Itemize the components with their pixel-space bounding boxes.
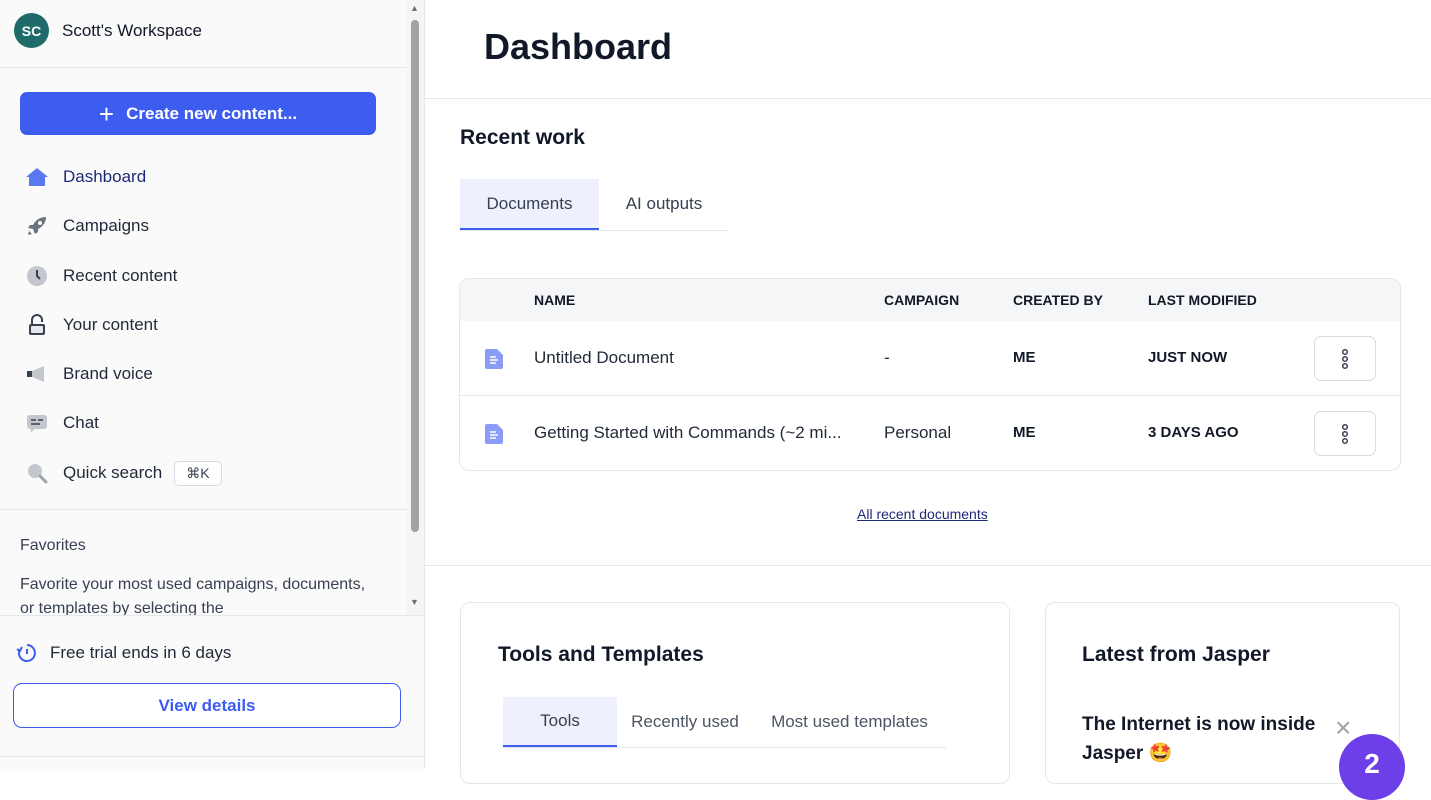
sidebar-item-label: Chat bbox=[63, 413, 99, 432]
scroll-up-arrow-icon[interactable]: ▲ bbox=[410, 3, 419, 13]
sidebar-item-dashboard[interactable]: Dashboard bbox=[24, 162, 146, 192]
workspace-avatar: SC bbox=[14, 13, 49, 48]
sidebar-item-recent-content[interactable]: Recent content bbox=[24, 261, 177, 291]
news-headline-text: The Internet is now inside Jasper bbox=[1082, 714, 1316, 764]
rocket-icon bbox=[24, 213, 50, 239]
workspace-name: Scott's Workspace bbox=[62, 20, 202, 40]
recent-documents-table: NAME CAMPAIGN CREATED BY LAST MODIFIED U… bbox=[459, 278, 1401, 471]
sidebar-item-label: Recent content bbox=[63, 266, 178, 285]
favorites-title: Favorites bbox=[20, 537, 86, 554]
page-title: Dashboard bbox=[484, 26, 673, 67]
tools-and-templates-card: Tools and Templates Tools Recently used … bbox=[460, 602, 1010, 784]
sidebar-divider bbox=[0, 67, 408, 68]
workspace-switcher[interactable]: SC Scott's Workspace bbox=[14, 13, 202, 48]
clock-icon bbox=[24, 263, 50, 289]
column-header-last-modified: LAST MODIFIED bbox=[1148, 292, 1257, 308]
more-vertical-icon bbox=[1341, 348, 1349, 369]
more-vertical-icon bbox=[1341, 423, 1349, 444]
sidebar: SC Scott's Workspace + Create new conten… bbox=[0, 0, 425, 769]
latest-title: Latest from Jasper bbox=[1082, 643, 1270, 666]
tab-ai-outputs[interactable]: AI outputs bbox=[599, 179, 729, 229]
document-last-modified: 3 DAYS AGO bbox=[1148, 424, 1239, 441]
document-icon bbox=[484, 348, 504, 375]
sidebar-item-label: Brand voice bbox=[63, 364, 153, 383]
keyboard-shortcut: ⌘K bbox=[174, 460, 222, 486]
tab-documents[interactable]: Documents bbox=[460, 179, 599, 230]
document-created-by: ME bbox=[1013, 349, 1036, 366]
document-name[interactable]: Getting Started with Commands (~2 mi... bbox=[534, 423, 842, 443]
lock-icon bbox=[24, 312, 50, 338]
trial-status: Free trial ends in 6 days bbox=[16, 642, 231, 664]
document-last-modified: JUST NOW bbox=[1148, 349, 1228, 366]
column-header-campaign: CAMPAIGN bbox=[884, 292, 960, 308]
all-recent-documents-link[interactable]: All recent documents bbox=[857, 506, 988, 522]
recent-work-title: Recent work bbox=[460, 126, 585, 149]
sidebar-item-label: Your content bbox=[63, 315, 158, 334]
main-content: Dashboard Recent work Documents AI outpu… bbox=[425, 0, 1431, 784]
sidebar-item-quick-search[interactable]: Quick search ⌘K bbox=[24, 458, 222, 488]
sidebar-item-campaigns[interactable]: Campaigns bbox=[24, 211, 149, 241]
create-new-content-button[interactable]: + Create new content... bbox=[20, 92, 376, 135]
create-button-label: Create new content... bbox=[126, 103, 298, 123]
column-header-created-by: CREATED BY bbox=[1013, 292, 1103, 308]
sidebar-item-label: Campaigns bbox=[63, 216, 149, 235]
sidebar-item-brand-voice[interactable]: Brand voice bbox=[24, 359, 153, 389]
tab-most-used-templates[interactable]: Most used templates bbox=[753, 697, 946, 746]
sidebar-divider bbox=[0, 756, 424, 757]
scroll-down-arrow-icon[interactable]: ▼ bbox=[410, 597, 419, 607]
favorites-description: Favorite your most used campaigns, docum… bbox=[20, 576, 366, 617]
sidebar-divider bbox=[0, 509, 408, 510]
tab-tools[interactable]: Tools bbox=[503, 697, 617, 747]
close-icon[interactable]: × bbox=[1335, 714, 1351, 742]
table-row[interactable]: Untitled Document - ME JUST NOW bbox=[460, 321, 1400, 396]
document-created-by: ME bbox=[1013, 424, 1036, 441]
trial-panel: Free trial ends in 6 days View details bbox=[0, 615, 424, 769]
search-icon bbox=[24, 460, 50, 486]
document-campaign: - bbox=[884, 348, 890, 367]
view-details-button[interactable]: View details bbox=[13, 683, 401, 728]
sidebar-item-chat[interactable]: Chat bbox=[24, 408, 99, 438]
tools-title: Tools and Templates bbox=[498, 643, 704, 666]
tab-recently-used[interactable]: Recently used bbox=[617, 697, 753, 746]
chat-icon bbox=[24, 410, 50, 436]
star-struck-emoji-icon: 🤩 bbox=[1148, 743, 1173, 764]
header-divider bbox=[425, 98, 1431, 99]
home-icon bbox=[24, 164, 50, 190]
document-name[interactable]: Untitled Document bbox=[534, 348, 674, 368]
tools-tabs: Tools Recently used Most used templates bbox=[503, 697, 946, 748]
scrollbar-thumb[interactable] bbox=[411, 20, 419, 532]
table-row[interactable]: Getting Started with Commands (~2 mi... … bbox=[460, 396, 1400, 470]
sidebar-item-your-content[interactable]: Your content bbox=[24, 310, 158, 340]
news-headline[interactable]: The Internet is now inside Jasper 🤩 bbox=[1082, 710, 1332, 768]
recent-work-tabs: Documents AI outputs bbox=[460, 179, 729, 231]
plus-icon: + bbox=[98, 98, 115, 129]
document-campaign: Personal bbox=[884, 423, 952, 442]
table-header: NAME CAMPAIGN CREATED BY LAST MODIFIED bbox=[460, 279, 1400, 321]
row-options-button[interactable] bbox=[1314, 411, 1376, 456]
sidebar-item-label: Dashboard bbox=[63, 167, 147, 186]
column-header-name: NAME bbox=[534, 292, 576, 308]
sidebar-item-label: Quick search bbox=[63, 463, 163, 482]
timer-icon bbox=[16, 642, 38, 664]
help-badge-button[interactable]: 2 bbox=[1339, 734, 1405, 800]
trial-text: Free trial ends in 6 days bbox=[50, 643, 232, 662]
row-options-button[interactable] bbox=[1314, 336, 1376, 381]
document-icon bbox=[484, 423, 504, 450]
megaphone-icon bbox=[24, 361, 50, 387]
section-divider bbox=[425, 565, 1431, 566]
